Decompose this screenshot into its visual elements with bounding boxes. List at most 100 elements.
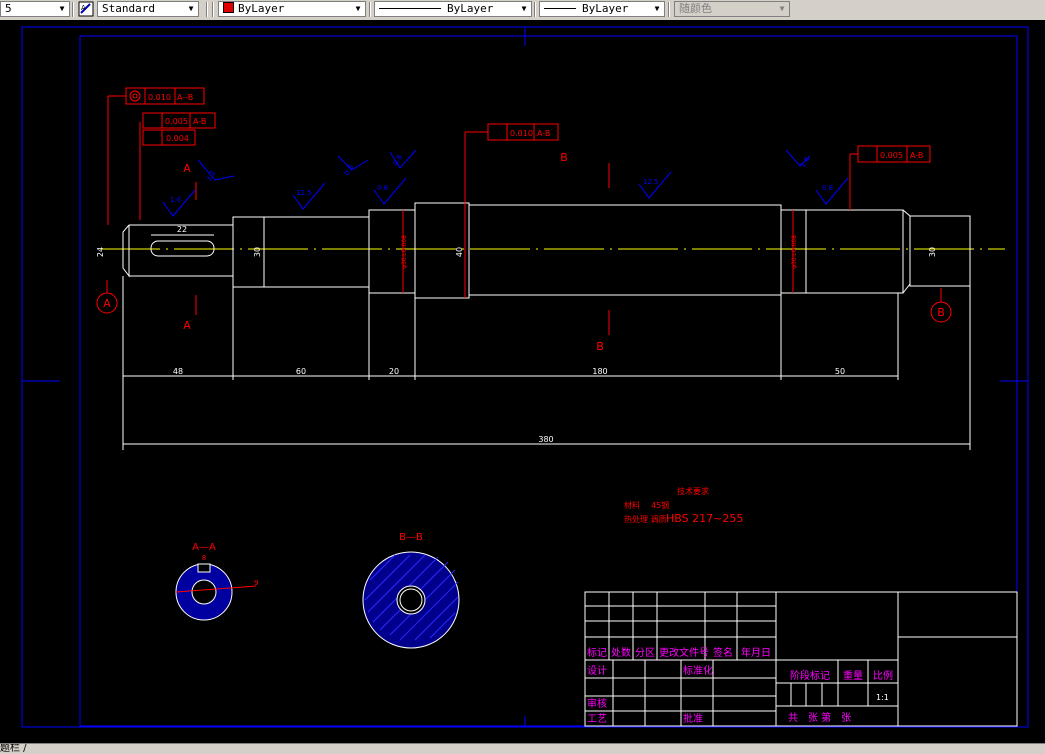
key-width-dim: 8 bbox=[202, 554, 206, 562]
plotstyle-value: 随颜色 bbox=[679, 2, 712, 15]
linetype-dropdown[interactable]: ByLayer ▼ bbox=[374, 1, 532, 17]
lineweight-sample bbox=[544, 8, 576, 9]
chevron-down-icon: ▼ bbox=[188, 4, 194, 13]
section-b-bottom: B bbox=[596, 340, 604, 353]
properties-toolbar: 5 ▼ A Standard ▼ ByLayer ▼ ByLayer ▼ ByL… bbox=[0, 0, 1045, 21]
tech-req-title: 技术要求 bbox=[677, 486, 709, 496]
layer-dropdown[interactable]: 5 ▼ bbox=[0, 1, 70, 17]
gdt-texts: 0.010 A--B 0.005 A-B 0.004 0.010 A-B 0.0… bbox=[148, 93, 923, 160]
toolbar-separator bbox=[206, 2, 208, 17]
material-label: 材料 bbox=[624, 500, 640, 510]
section-a-bottom: A bbox=[183, 319, 191, 332]
drawing-svg[interactable]: 48 60 20 180 50 380 22 24 30 40 30 φ30±0… bbox=[0, 20, 1045, 743]
section-labels: A B A A B B bbox=[103, 151, 945, 353]
tb-check: 审核 bbox=[587, 697, 607, 710]
section-bb-view: B—B bbox=[362, 532, 460, 649]
tb-scale-value: 1:1 bbox=[876, 693, 889, 702]
tb-design: 设计 bbox=[587, 664, 607, 677]
gdt-f2-value: 0.005 bbox=[165, 117, 188, 126]
gdt-f5-value: 0.005 bbox=[880, 151, 903, 160]
tb-weight: 重量 bbox=[843, 669, 863, 682]
lineweight-value: ByLayer bbox=[582, 2, 629, 15]
tb-mark: 标记 bbox=[587, 647, 607, 659]
section-aa-view: A—A 8 9 bbox=[175, 542, 258, 621]
tb-date: 年月日 bbox=[741, 646, 771, 659]
tb-doc-no: 更改文件号 bbox=[659, 646, 709, 659]
title-block bbox=[584, 591, 1018, 727]
section-a-top: A bbox=[183, 162, 191, 175]
color-dropdown[interactable]: ByLayer ▼ bbox=[218, 1, 366, 17]
gdt-f1-ref: A--B bbox=[177, 93, 193, 102]
dim-60: 60 bbox=[296, 367, 306, 376]
tb-scale: 比例 bbox=[873, 669, 893, 682]
layout-tabs-bar: 题栏 / bbox=[0, 743, 1045, 754]
roughness-texts: 1.6 12.5 0.8 12.5 0.8 3.2 0.8 0.8 1.6 bbox=[170, 153, 833, 204]
text-style-icon[interactable]: A bbox=[78, 1, 94, 17]
tb-process: 工艺 bbox=[587, 713, 607, 725]
section-bb-label: B—B bbox=[399, 532, 423, 543]
chevron-down-icon: ▼ bbox=[355, 4, 361, 13]
roughness-symbols bbox=[162, 149, 849, 217]
chevron-down-icon: ▼ bbox=[779, 4, 785, 13]
gdt-f5-ref: A-B bbox=[910, 151, 923, 160]
toolbar-separator bbox=[369, 2, 371, 17]
lineweight-dropdown[interactable]: ByLayer ▼ bbox=[539, 1, 665, 17]
color-value: ByLayer bbox=[238, 2, 285, 15]
gdt-f4-ref: A-B bbox=[537, 129, 550, 138]
gdt-f3-value: 0.004 bbox=[166, 134, 189, 143]
chevron-down-icon: ▼ bbox=[521, 4, 527, 13]
dim-dia-24: 24 bbox=[96, 247, 105, 257]
layer-value: 5 bbox=[5, 2, 12, 15]
linetype-value: ByLayer bbox=[447, 2, 494, 15]
gdt-f1-value: 0.010 bbox=[148, 93, 171, 102]
rough-3: 0.8 bbox=[377, 184, 388, 192]
text-style-value: Standard bbox=[102, 2, 155, 15]
section-aa-label: A—A bbox=[192, 542, 216, 553]
shaft-outline bbox=[122, 202, 971, 299]
chevron-down-icon: ▼ bbox=[59, 4, 65, 13]
toolbar-separator bbox=[212, 2, 214, 17]
tb-stage-mark: 阶段标记 bbox=[790, 669, 830, 682]
dim-48: 48 bbox=[173, 367, 183, 376]
chevron-down-icon: ▼ bbox=[654, 4, 660, 13]
tb-zone: 分区 bbox=[635, 647, 655, 659]
heat-treatment-value: HBS 217~255 bbox=[666, 512, 743, 525]
dim-bearing-right: φ30±0.008 bbox=[791, 235, 798, 269]
gdt-f2-ref: A-B bbox=[193, 117, 206, 126]
dim-dia-30b: 30 bbox=[928, 247, 937, 257]
rough-10: 3.2 bbox=[205, 169, 217, 183]
dim-dia-40: 40 bbox=[455, 247, 464, 257]
dim-50: 50 bbox=[835, 367, 845, 376]
rough-2: 12.5 bbox=[296, 189, 312, 197]
dim-dia-30: 30 bbox=[253, 247, 262, 257]
material-value: 45钢 bbox=[651, 500, 669, 510]
rough-7: 12.5 bbox=[643, 178, 659, 186]
tb-standard: 标准化 bbox=[683, 664, 713, 677]
dimension-lines bbox=[122, 234, 971, 450]
dim-180: 180 bbox=[592, 367, 607, 376]
section-b-top: B bbox=[560, 151, 568, 164]
svg-text:A: A bbox=[81, 4, 86, 12]
layout-tab[interactable]: 题栏 / bbox=[0, 744, 27, 754]
toolbar-separator bbox=[534, 2, 536, 17]
dim-20: 20 bbox=[389, 367, 399, 376]
dim-380: 380 bbox=[538, 435, 553, 444]
key-depth-dim: 9 bbox=[254, 579, 258, 587]
toolbar-separator bbox=[72, 2, 74, 17]
tb-sign: 签名 bbox=[713, 646, 733, 659]
dim-bearing-left: φ30±0.008 bbox=[401, 235, 408, 269]
text-style-dropdown[interactable]: Standard ▼ bbox=[97, 1, 199, 17]
rough-8: 0.8 bbox=[822, 184, 833, 192]
drawing-canvas[interactable]: 48 60 20 180 50 380 22 24 30 40 30 φ30±0… bbox=[0, 20, 1045, 743]
tb-sheets: 共 张 第 张 bbox=[788, 711, 851, 724]
plotstyle-dropdown: 随颜色 ▼ bbox=[674, 1, 790, 17]
datum-b-label: B bbox=[937, 306, 945, 319]
dimension-texts: 48 60 20 180 50 380 22 24 30 40 30 bbox=[96, 225, 937, 444]
tb-approve: 批准 bbox=[683, 712, 703, 725]
rough-6: 0.8 bbox=[343, 163, 355, 177]
datum-a-label: A bbox=[103, 297, 111, 310]
technical-requirements: 技术要求 材料 45钢 热处理 调质 HBS 217~255 bbox=[624, 486, 743, 525]
heat-treatment-label: 热处理 调质 bbox=[624, 514, 667, 524]
dim-keyway: 22 bbox=[177, 225, 187, 234]
gdt-f4-value: 0.010 bbox=[510, 129, 533, 138]
